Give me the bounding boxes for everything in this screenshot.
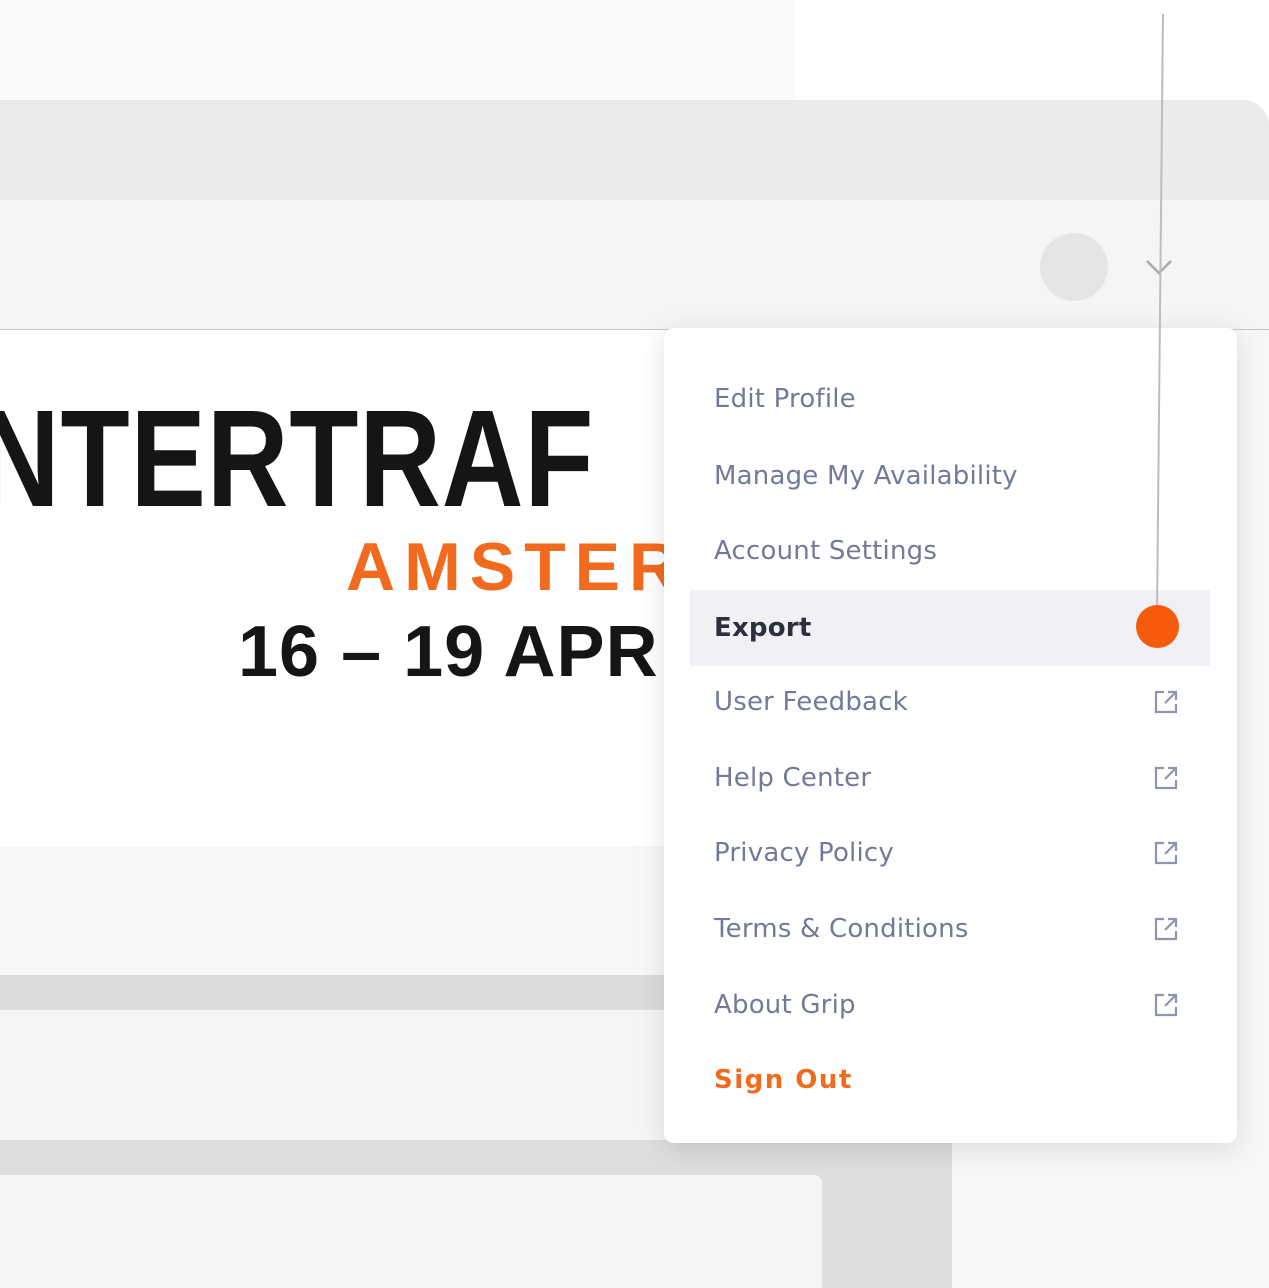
external-link-icon	[1154, 917, 1178, 941]
banner-dates: 16 – 19 APR	[238, 612, 659, 692]
menu-item-user-feedback[interactable]: User Feedback	[690, 667, 1210, 737]
external-link-icon	[1154, 690, 1178, 714]
avatar[interactable]	[1040, 233, 1108, 301]
menu-item-label: Manage My Availability	[714, 461, 1018, 491]
right-column	[952, 1140, 1269, 1288]
menu-item-export[interactable]: Export	[690, 590, 1210, 666]
menu-item-label: Privacy Policy	[714, 838, 894, 868]
menu-item-about-grip[interactable]: About Grip	[690, 970, 1210, 1040]
window-titlebar	[0, 100, 1269, 200]
content-divider	[0, 975, 664, 1010]
menu-item-edit-profile[interactable]: Edit Profile	[690, 364, 1210, 434]
menu-item-label: Help Center	[714, 763, 872, 793]
menu-item-label: Edit Profile	[714, 384, 856, 414]
menu-item-label: Terms & Conditions	[714, 914, 969, 944]
external-link-icon	[1154, 993, 1178, 1017]
event-banner: NTERTRAF AMSTER 16 – 19 APR	[0, 330, 664, 846]
menu-item-manage-availability[interactable]: Manage My Availability	[690, 441, 1210, 511]
menu-item-account-settings[interactable]: Account Settings	[690, 516, 1210, 586]
external-link-icon	[1154, 766, 1178, 790]
menu-item-label: Export	[714, 613, 812, 643]
top-navbar	[0, 200, 1269, 330]
banner-title: NTERTRAF	[0, 382, 595, 536]
banner-city: AMSTER	[346, 529, 664, 605]
menu-item-label: About Grip	[714, 990, 856, 1020]
menu-item-help-center[interactable]: Help Center	[690, 743, 1210, 813]
content-card	[0, 1175, 822, 1288]
content-block	[0, 1010, 664, 1140]
external-link-icon	[1154, 841, 1178, 865]
menu-item-label: User Feedback	[714, 687, 908, 717]
annotation-pointer-line	[1156, 14, 1164, 615]
menu-item-label: Account Settings	[714, 536, 938, 566]
annotation-pointer-dot	[1136, 605, 1179, 648]
menu-item-terms-conditions[interactable]: Terms & Conditions	[690, 894, 1210, 964]
menu-item-privacy-policy[interactable]: Privacy Policy	[690, 818, 1210, 888]
sign-out-button[interactable]: Sign Out	[690, 1045, 1210, 1115]
sign-out-label: Sign Out	[714, 1065, 853, 1095]
background-top	[0, 0, 795, 100]
